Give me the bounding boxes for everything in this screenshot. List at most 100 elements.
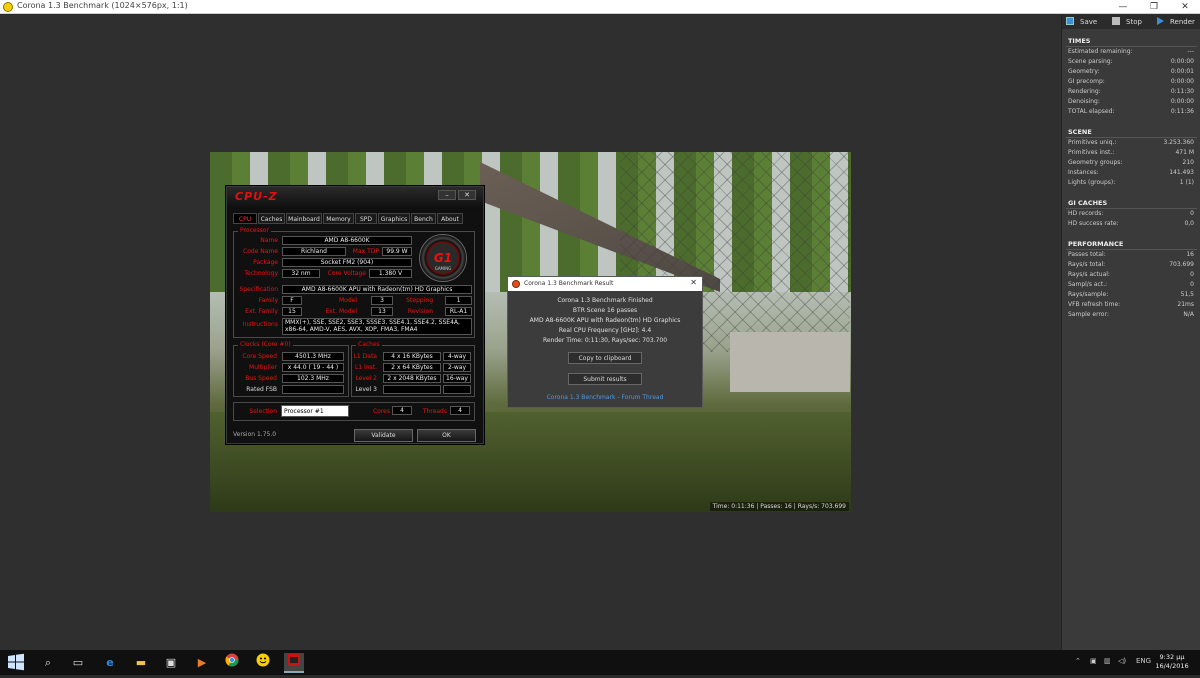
corevoltage-label: Core Voltage — [327, 270, 366, 277]
revision-value: RL-A1 — [445, 307, 472, 316]
forum-thread-link[interactable]: Corona 1.3 Benchmark - Forum Thread — [508, 394, 702, 401]
store-icon[interactable]: ▣ — [161, 653, 181, 673]
edge-icon[interactable]: e — [100, 653, 120, 673]
stat-value: 0 — [1190, 271, 1194, 278]
l1inst-label: L1 Inst. — [354, 364, 377, 371]
validate-button[interactable]: Validate — [354, 429, 413, 442]
cores-label: Cores — [372, 408, 390, 415]
result-line: BTR Scene 16 passes — [572, 307, 638, 314]
result-line: Render Time: 0:11:30, Rays/sec: 703.700 — [542, 337, 668, 344]
divider — [1066, 137, 1197, 138]
copy-to-clipboard-button[interactable]: Copy to clipboard — [568, 352, 642, 364]
codename-label: Code Name — [243, 248, 278, 255]
stat-value: 703.699 — [1169, 261, 1194, 268]
stat-label: Geometry groups: — [1068, 159, 1123, 166]
threads-label: Threads — [422, 408, 447, 415]
ratedfsb-value — [282, 385, 344, 394]
threads-value: 4 — [450, 406, 470, 415]
corevoltage-value: 1.380 V — [369, 269, 412, 278]
codename-value: Richland — [282, 247, 346, 256]
tab-cpu[interactable]: CPU — [233, 213, 257, 224]
language-indicator[interactable]: ENG — [1136, 657, 1151, 665]
stat-value: 0 — [1190, 210, 1194, 217]
stat-label: Rays/s total: — [1068, 261, 1106, 268]
clock-date: 16/4/2016 — [1155, 662, 1189, 670]
show-hidden-icons[interactable]: ⌃ — [1075, 657, 1081, 665]
stepping-label: Stepping — [406, 297, 433, 304]
stat-label: TOTAL elapsed: — [1068, 108, 1115, 115]
volume-icon[interactable]: ◁) — [1118, 657, 1126, 665]
cpuz-close-button[interactable]: ✕ — [458, 190, 476, 200]
stat-value: 0:11:30 — [1170, 88, 1194, 95]
cpuz-icon[interactable] — [284, 653, 304, 673]
chrome-icon[interactable] — [222, 653, 242, 673]
save-button[interactable]: Save — [1066, 17, 1097, 27]
tray-icon[interactable]: ▣ — [1090, 657, 1097, 665]
level3-value — [383, 385, 441, 394]
specification-label: Specification — [239, 286, 278, 293]
busspeed-value: 102.3 MHz — [282, 374, 344, 383]
scene-heading: SCENE — [1068, 128, 1092, 136]
tab-bench[interactable]: Bench — [411, 213, 436, 224]
network-icon[interactable]: ▥ — [1104, 657, 1111, 665]
divider — [1066, 208, 1197, 209]
tab-spd[interactable]: SPD — [355, 213, 377, 224]
multiplier-value: x 44.0 ( 19 - 44 ) — [282, 363, 344, 372]
extmodel-value: 13 — [371, 307, 393, 316]
tab-memory[interactable]: Memory — [323, 213, 354, 224]
tab-graphics[interactable]: Graphics — [378, 213, 410, 224]
maximize-button[interactable]: ❐ — [1139, 0, 1169, 14]
taskbar: ⌕ ▭ e ▬ ▣ ▶ ⌃ ▣ ▥ ◁) ENG 9:32 μμ 16/4/20… — [0, 650, 1200, 675]
tab-mainboard[interactable]: Mainboard — [286, 213, 322, 224]
tab-caches[interactable]: Caches — [258, 213, 285, 224]
l1data-label: L1 Data — [353, 353, 377, 360]
file-explorer-icon[interactable]: ▬ — [131, 653, 151, 673]
stop-icon — [1112, 17, 1120, 25]
windows-start-icon[interactable] — [6, 653, 26, 673]
render-button[interactable]: Render — [1157, 17, 1195, 27]
ok-button[interactable]: OK — [417, 429, 476, 442]
stat-label: Sample error: — [1068, 311, 1109, 318]
l1inst-value: 2 x 64 KBytes — [383, 363, 441, 372]
multiplier-label: Multiplier — [249, 364, 277, 371]
stat-value: 1 (1) — [1179, 179, 1194, 186]
cpuz-logo: CPU-Z — [235, 190, 278, 203]
media-player-icon[interactable]: ▶ — [192, 653, 212, 673]
caches-section-label: Caches — [356, 341, 382, 348]
stat-value: 0:00:00 — [1170, 78, 1194, 85]
corona-smiley-icon[interactable] — [253, 653, 273, 673]
stat-label: Geometry: — [1068, 68, 1100, 75]
extfamily-label: Ext. Family — [245, 308, 278, 315]
maxtdp-value: 99.9 W — [382, 247, 412, 256]
result-line: Corona 1.3 Benchmark Finished — [557, 297, 653, 304]
minimize-button[interactable]: — — [1108, 0, 1138, 14]
stat-value: --- — [1187, 48, 1195, 55]
clock[interactable]: 9:32 μμ 16/4/2016 — [1152, 653, 1192, 671]
close-button[interactable]: ✕ — [1170, 0, 1200, 14]
stop-button[interactable]: Stop — [1112, 17, 1142, 27]
name-label: Name — [260, 237, 278, 244]
stat-value: 21ms — [1177, 301, 1194, 308]
stat-value: 0,0 — [1184, 220, 1194, 227]
extmodel-label: Ext. Model — [325, 308, 357, 315]
dialog-close-button[interactable]: ✕ — [690, 278, 697, 287]
level2-label: Level 2 — [355, 375, 377, 382]
corona-logo-icon — [512, 280, 520, 288]
stat-label: Instances: — [1068, 169, 1099, 176]
corespeed-value: 4501.3 MHz — [282, 352, 344, 361]
processor-select[interactable]: Processor #1 — [281, 405, 349, 417]
submit-results-button[interactable]: Submit results — [568, 373, 642, 385]
level3-label: Level 3 — [355, 386, 377, 393]
level2-way: 16-way — [443, 374, 471, 383]
tab-about[interactable]: About — [437, 213, 463, 224]
task-view-icon[interactable]: ▭ — [68, 653, 88, 673]
selection-label: Selection — [249, 408, 277, 415]
search-icon[interactable]: ⌕ — [38, 653, 58, 673]
cpuz-minimize-button[interactable]: – — [438, 190, 456, 200]
cpuz-window: CPU-Z – ✕ CPU Caches Mainboard Memory SP… — [226, 186, 484, 444]
cores-value: 4 — [392, 406, 412, 415]
stat-label: VFB refresh time: — [1068, 301, 1121, 308]
stat-label: Denoising: — [1068, 98, 1100, 105]
model-value: 3 — [371, 296, 393, 305]
corona-app-icon — [3, 2, 13, 12]
